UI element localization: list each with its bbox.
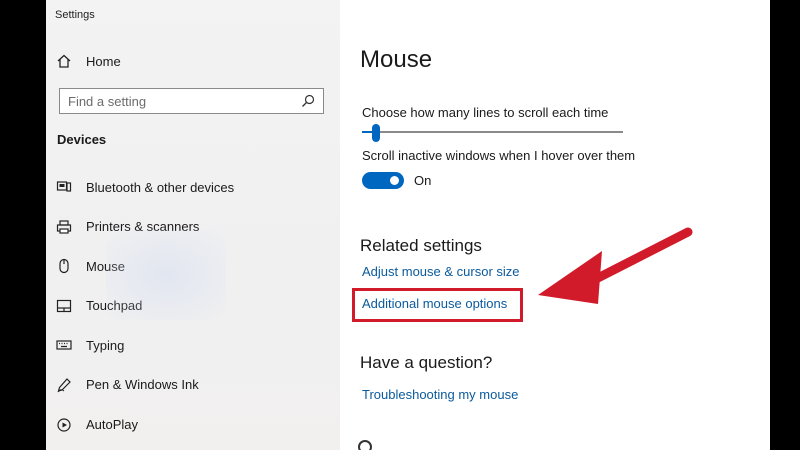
additional-mouse-options-link[interactable]: Additional mouse options <box>362 296 507 311</box>
touchpad-icon <box>54 296 74 316</box>
settings-window: Settings Home Devices Bluetooth & other … <box>46 0 770 450</box>
sidebar: Settings Home Devices Bluetooth & other … <box>46 0 340 450</box>
scroll-lines-slider[interactable] <box>362 124 623 142</box>
question-heading: Have a question? <box>360 353 493 372</box>
search-icon[interactable] <box>301 94 315 108</box>
sidebar-item-label: Bluetooth & other devices <box>86 179 235 195</box>
inactive-scroll-toggle[interactable] <box>362 172 404 189</box>
sidebar-item-label: Mouse <box>86 258 126 274</box>
section-heading: Devices <box>57 132 107 147</box>
toggle-state-label: On <box>414 173 432 188</box>
page-title: Mouse <box>360 46 433 73</box>
help-icon <box>358 440 372 450</box>
sidebar-item-label: Pen & Windows Ink <box>86 377 199 393</box>
main-pane: Mouse Choose how many lines to scroll ea… <box>340 0 770 450</box>
toggle-knob <box>390 176 399 185</box>
sidebar-nav: Bluetooth & other devices Printers & sca… <box>54 176 234 450</box>
sidebar-item-touchpad[interactable]: Touchpad <box>54 295 234 317</box>
sidebar-item-label: Printers & scanners <box>86 219 200 235</box>
sidebar-item-home[interactable]: Home <box>54 50 121 72</box>
bluetooth-devices-icon <box>54 177 74 197</box>
sidebar-item-printers[interactable]: Printers & scanners <box>54 216 234 238</box>
sidebar-item-autoplay[interactable]: AutoPlay <box>54 414 234 436</box>
sidebar-item-label: Home <box>86 53 121 69</box>
home-icon <box>54 51 74 71</box>
troubleshoot-link[interactable]: Troubleshooting my mouse <box>362 387 518 402</box>
related-settings-heading: Related settings <box>360 236 482 255</box>
adjust-cursor-link[interactable]: Adjust mouse & cursor size <box>362 264 520 279</box>
pen-icon <box>54 375 74 395</box>
sidebar-item-label: Typing <box>86 337 125 353</box>
sidebar-item-typing[interactable]: Typing <box>54 334 234 356</box>
slider-track <box>362 131 623 133</box>
partial-help-item <box>358 440 382 450</box>
keyboard-icon <box>54 335 74 355</box>
search-input[interactable] <box>68 93 301 109</box>
search-box[interactable] <box>59 88 324 114</box>
sidebar-item-pen[interactable]: Pen & Windows Ink <box>54 374 234 396</box>
sidebar-item-mouse[interactable]: Mouse <box>54 255 234 277</box>
scroll-lines-label: Choose how many lines to scroll each tim… <box>362 105 609 120</box>
printer-icon <box>54 217 74 237</box>
autoplay-icon <box>54 415 74 435</box>
sidebar-item-bluetooth[interactable]: Bluetooth & other devices <box>54 176 234 198</box>
inactive-scroll-label: Scroll inactive windows when I hover ove… <box>362 148 636 163</box>
sidebar-item-label: Touchpad <box>86 298 143 314</box>
mouse-icon <box>54 256 74 276</box>
sidebar-item-label: AutoPlay <box>86 417 139 433</box>
window-title: Settings <box>55 9 95 21</box>
slider-thumb[interactable] <box>372 124 381 142</box>
